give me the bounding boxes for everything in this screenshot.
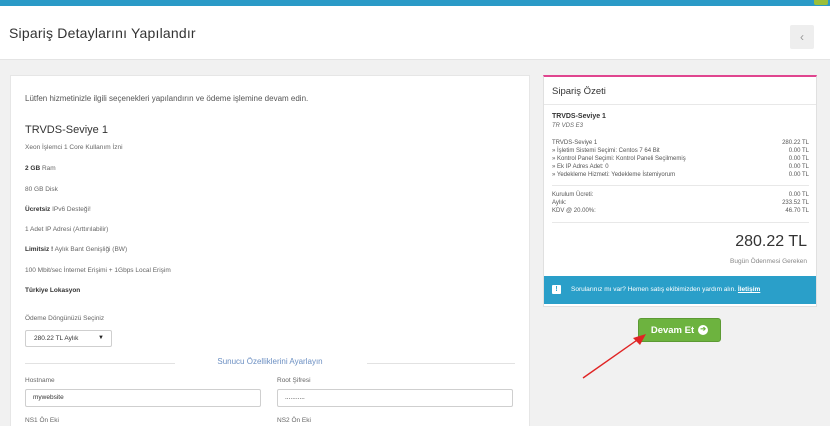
configuration-panel: Lütfen hizmetinizle ilgili seçenekleri y…: [10, 75, 530, 426]
feature-location: Türkiye Lokasyon: [25, 287, 81, 294]
ns2-label: NS2 Ön Eki: [277, 417, 311, 424]
summary-fee: Aylık: 233.52 TL: [552, 200, 809, 206]
ns1-label: NS1 Ön Eki: [25, 417, 59, 424]
billing-cycle-label: Ödeme Döngünüzü Seçiniz: [25, 315, 105, 322]
help-text: Sorularınız mı var? Hemen satış ekibimiz…: [571, 286, 761, 293]
annotation-arrow: [582, 334, 646, 379]
summary-divider: [552, 222, 809, 223]
arrow-right-circle-icon: ➔: [698, 325, 709, 335]
hostname-input[interactable]: mywebsite: [25, 389, 261, 407]
billing-cycle-value: 280.22 TL Aylık: [34, 335, 79, 342]
help-bar: ! Sorularınız mı var? Hemen satış ekibim…: [544, 276, 816, 304]
summary-total-label: Bugün Ödenmesi Gereken: [730, 258, 807, 265]
summary-line: » Ek IP Adres Adet: 0 0.00 TL: [552, 164, 809, 170]
feature-bandwidth: Limitsiz ! Aylık Bant Genişliği (BW): [25, 246, 128, 253]
summary-product-name: TRVDS-Seviye 1: [552, 113, 606, 120]
summary-total: 280.22 TL: [735, 233, 807, 250]
root-password-label: Root Şifresi: [277, 377, 311, 384]
summary-product-group: TR VDS E3: [552, 123, 584, 129]
caret-down-icon: ▼: [98, 335, 104, 341]
summary-line: TRVDS-Seviye 1 280.22 TL: [552, 140, 809, 146]
feature-ram: 2 GB Ram: [25, 165, 56, 172]
feature-cpu: Xeon İşlemci 1 Core Kullanım İzni: [25, 144, 123, 151]
summary-line: » Yedekleme Hizmeti: Yedekleme İstemiyor…: [552, 172, 809, 178]
info-icon: !: [552, 285, 561, 294]
contact-link[interactable]: İletişim: [738, 286, 760, 293]
summary-title-divider: [544, 104, 816, 105]
feature-network: 100 Mbit/sec İnternet Erişimi + 1Gbps Lo…: [25, 267, 171, 274]
server-section-title: Sunucu Özelliklerini Ayarlayın: [217, 357, 323, 366]
feature-ipv6: Ücretsiz IPv6 Desteği!: [25, 206, 91, 213]
summary-fee: KDV @ 20.00%: 46.70 TL: [552, 208, 809, 214]
order-summary-panel: Sipariş Özeti TRVDS-Seviye 1 TR VDS E3 T…: [543, 75, 817, 307]
server-section-divider: Sunucu Özelliklerini Ayarlayın: [25, 357, 515, 369]
feature-ip: 1 Adet IP Adresi (Arttırılabilir): [25, 226, 109, 233]
summary-line: » Kontrol Panel Seçimi: Kontrol Paneli S…: [552, 156, 809, 162]
summary-divider: [552, 185, 809, 186]
back-button[interactable]: ‹: [790, 25, 814, 49]
page-header: Sipariş Detaylarını Yapılandır ‹: [0, 6, 830, 60]
annotation-arrow-shaft: [582, 337, 641, 379]
chevron-left-icon: ‹: [800, 30, 804, 44]
product-name: TRVDS-Seviye 1: [25, 124, 108, 136]
hostname-label: Hostname: [25, 377, 55, 384]
root-password-input[interactable]: ...........: [277, 389, 513, 407]
summary-fee: Kurulum Ücreti: 0.00 TL: [552, 192, 809, 198]
annotation-arrow-head: [633, 334, 646, 345]
billing-cycle-select[interactable]: 280.22 TL Aylık ▼: [25, 330, 112, 347]
page-title: Sipariş Detaylarını Yapılandır: [9, 25, 196, 41]
order-summary-title: Sipariş Özeti: [552, 86, 606, 97]
feature-disk: 80 GB Disk: [25, 186, 58, 193]
intro-text: Lütfen hizmetinizle ilgili seçenekleri y…: [25, 94, 309, 103]
top-corner-badge[interactable]: [814, 0, 828, 5]
summary-line: » İşletim Sistemi Seçimi: Centos 7 64 Bi…: [552, 148, 809, 154]
